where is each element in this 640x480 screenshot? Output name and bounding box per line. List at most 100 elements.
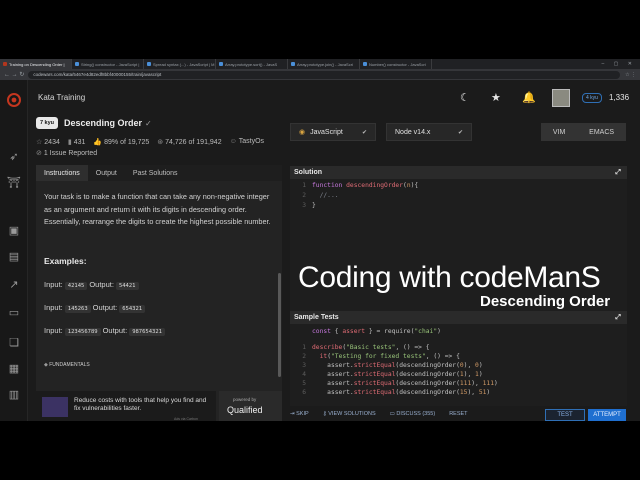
vim-mode-button[interactable]: VIM [553,129,565,136]
browser-tab[interactable]: Spread syntax (...) - JavaScript | M [144,59,216,69]
mdn-favicon-icon [147,62,151,66]
mdn-favicon-icon [363,62,367,66]
example-row: Input: 42145 Output: 54421 [44,280,141,290]
code-line: const { assert } = require("chai") [312,328,441,335]
code-line: describe("Basic tests", () => { [312,344,430,351]
panel-scrollbar[interactable] [278,273,281,377]
code-line: //... [319,192,339,199]
alert-icon: ⊘ [36,150,44,157]
browser-tab[interactable]: Number() constructor - JavaScri [360,59,432,69]
tests-editor[interactable]: const { assert } = require("chai") 1 2 3… [290,324,627,406]
avatar[interactable] [552,89,570,107]
window-controls-icon[interactable]: – ▢ ✕ [602,61,640,67]
view-solutions-button[interactable]: ⚷ VIEW SOLUTIONS [323,411,376,417]
mdn-favicon-icon [219,62,223,66]
bookmark-icon[interactable]: ★ [491,91,501,104]
theme-moon-icon[interactable]: ☾ [460,91,470,104]
favorites-stat: ▮ 431 [67,139,86,146]
browser-tab[interactable]: Array.prototype.join() - JavaScri [288,59,360,69]
issues-link[interactable]: ⊘ 1 Issue Reported [36,149,97,157]
sidebar: ➶ ⛩ ▣ ▤ ↗ ▭ ❏ ▦ ▥ [0,80,28,421]
codewars-favicon-icon [3,62,7,66]
tab-instructions[interactable]: Instructions [36,165,88,181]
stars-stat[interactable]: ☆ 2434 [36,138,60,146]
chevron-down-icon: ✔ [361,129,367,136]
star-icon: ☆ [36,139,43,146]
video-overlay-title: Coding with codeManS [298,261,601,294]
reset-button[interactable]: RESET [449,411,467,417]
dojo-icon[interactable]: ⛩ [6,174,22,190]
code-line: assert.strictEqual(descendingOrder(0), 0… [312,362,483,369]
code-line: it("Testing for fixed tests", () => { [319,353,460,360]
instructions-panel: Instructions Output Past Solutions Your … [36,165,282,421]
tag-fundamentals[interactable]: FUNDAMENTALS [49,362,89,368]
chat-icon[interactable]: ▭ [6,304,22,320]
carbon-ad[interactable]: Reduce costs with tools that help you fi… [36,391,216,421]
browser-tab[interactable]: Array.prototype.sort() - JavaS [216,59,288,69]
solution-header: Solution ⤢ [290,166,627,179]
notifications-bell-icon[interactable]: 🔔 [522,91,536,104]
stats-icon[interactable]: ↗ [6,276,22,292]
tab-past-solutions[interactable]: Past Solutions [125,165,186,181]
chevron-down-icon: ✔ [457,129,463,136]
completed-stat: ⊛ 74,726 of 191,942 [157,139,222,146]
address-input[interactable]: codewars.com/kata/5467e4d82edf8bbf400001… [28,70,621,79]
code-line: assert.strictEqual(descendingOrder(111),… [312,380,498,387]
kyu-badge: 7 kyu [36,117,58,129]
ad-image [42,397,68,417]
qualified-logo: Qualified [227,405,263,415]
kata-title: Descending Order ✓ [64,118,152,128]
satisfaction-stat: 👍 89% of 19,725 [93,139,150,146]
bookmark-icon: ▮ [67,139,72,146]
page-title: Kata Training [38,93,86,102]
header: Kata Training ☾ ★ 🔔 4 kyu 1,336 [28,80,640,116]
completed-check-icon: ✓ [145,119,152,128]
training-icon[interactable]: ➶ [6,148,22,164]
expand-icon[interactable]: ⤢ [615,169,621,177]
leaderboard-icon[interactable]: ▤ [6,248,22,264]
skip-button[interactable]: ⇥ SKIP [290,411,309,417]
tag-list: ◆ FUNDAMENTALS [44,362,90,368]
mdn-favicon-icon [75,62,79,66]
screen: Training on Descending Order | String() … [0,59,640,421]
kata-stats: ☆ 2434 ▮ 431 👍 89% of 19,725 ⊛ 74,726 of 191… [36,138,264,146]
browser-menu-icon[interactable]: ☆ ⋮ [625,72,636,78]
docs-icon[interactable]: ▦ [6,360,22,376]
attempt-button[interactable]: ATTEMPT [588,409,626,421]
user-icon: ☺ [229,138,237,145]
browser-tab-bar: Training on Descending Order | String() … [0,59,640,69]
browser-tab[interactable]: Training on Descending Order | [0,59,72,69]
tab-output[interactable]: Output [88,165,125,181]
codewars-logo-icon[interactable] [6,92,22,108]
back-forward-reload-icon[interactable]: ← → ↻ [4,71,24,78]
discuss-button[interactable]: ▭ DISCUSS (355) [390,411,436,417]
discussion-icon[interactable]: ❏ [6,334,22,350]
chart-icon: ⊛ [157,139,164,146]
code-line: assert.strictEqual(descendingOrder(1), 1… [312,371,483,378]
expand-icon[interactable]: ⤢ [615,314,621,322]
honor-count: 1,336 [609,93,630,102]
author-stat[interactable]: ☺ TastyOs [230,138,264,146]
book-icon[interactable]: ▥ [6,386,22,402]
code-line: function descendingOrder(n){ [312,182,419,189]
powered-by-qualified[interactable]: powered by Qualified [219,391,282,421]
editor-mode-group: VIM EMACS [541,123,626,141]
browser-tab[interactable]: String() constructor - JavaScript | [72,59,144,69]
thumbs-up-icon: 👍 [93,139,103,146]
emacs-mode-button[interactable]: EMACS [589,129,614,136]
example-row: Input: 145263 Output: 654321 [44,303,147,313]
panel-tabs: Instructions Output Past Solutions [36,165,282,181]
code-line: assert.strictEqual(descendingOrder(15), … [312,389,491,396]
language-select[interactable]: ◉ JavaScript ✔ [290,123,376,141]
javascript-icon: ◉ [299,129,306,136]
test-button[interactable]: TEST [545,409,585,421]
examples-heading: Examples: [44,256,87,266]
jobs-icon[interactable]: ▣ [6,222,22,238]
sample-tests-header: Sample Tests ⤢ [290,311,627,324]
code-line: } [312,202,316,209]
runtime-select[interactable]: Node v14.x ✔ [386,123,472,141]
browser-url-bar: ← → ↻ codewars.com/kata/5467e4d82edf8bbf… [0,69,640,80]
rank-badge: 4 kyu [582,93,602,103]
video-overlay-subtitle: Descending Order [480,293,611,310]
example-row: Input: 123456789 Output: 987654321 [44,326,167,336]
